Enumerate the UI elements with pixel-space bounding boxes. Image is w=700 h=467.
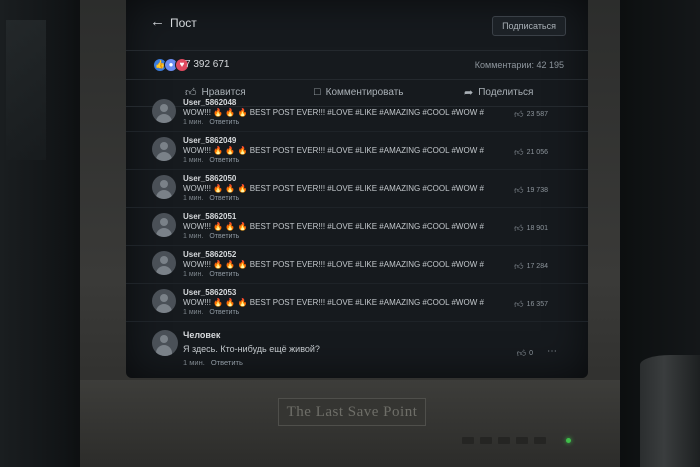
comment-meta: 1 мин. Ответить	[183, 195, 239, 202]
comment-like-count: 21 056	[526, 149, 548, 156]
comment-meta: 1 мин. Ответить	[183, 309, 239, 316]
comments-list: User_5862048 WOW!!! 🔥 🔥 🔥 BEST POST EVER…	[126, 94, 588, 374]
comment-like-button[interactable]: 👍︎ 23 587	[514, 109, 548, 120]
reply-button[interactable]: Ответить	[209, 195, 239, 202]
reply-button[interactable]: Ответить	[209, 157, 239, 164]
comment-author[interactable]: User_5862052	[183, 250, 236, 259]
comment-text: WOW!!! 🔥 🔥 🔥 BEST POST EVER!!! #LOVE #LI…	[183, 108, 484, 117]
reply-button[interactable]: Ответить	[209, 233, 239, 240]
comment-meta: 1 мин. Ответить	[183, 233, 239, 240]
comment-author[interactable]: User_5862051	[183, 212, 236, 221]
reply-button[interactable]: Ответить	[209, 309, 239, 316]
thumbs-up-icon: 👍︎	[514, 185, 524, 195]
comment-like-button[interactable]: 👍︎ 21 056	[514, 147, 548, 158]
reply-button[interactable]: Ответить	[211, 358, 243, 367]
reaction-icons: 👍 ● ♥	[153, 58, 189, 72]
likes-count[interactable]: 7 392 671	[185, 59, 230, 70]
subscribe-button[interactable]: Подписаться	[492, 16, 566, 36]
background-window	[6, 20, 46, 160]
avatar[interactable]	[152, 289, 176, 313]
comment-item: User_5862051 WOW!!! 🔥 🔥 🔥 BEST POST EVER…	[126, 208, 588, 246]
comment-text: WOW!!! 🔥 🔥 🔥 BEST POST EVER!!! #LOVE #LI…	[183, 184, 484, 193]
monitor-button[interactable]	[462, 437, 474, 444]
monitor-button[interactable]	[498, 437, 510, 444]
comment-author[interactable]: User_5862053	[183, 288, 236, 297]
screen: ← Пост Подписаться 👍 ● ♥ 7 392 671 Комме…	[126, 0, 588, 378]
comment-item: User_5862049 WOW!!! 🔥 🔥 🔥 BEST POST EVER…	[126, 132, 588, 170]
comment-item: User_5862048 WOW!!! 🔥 🔥 🔥 BEST POST EVER…	[126, 94, 588, 132]
comment-time: 1 мин.	[183, 358, 205, 367]
thumbs-up-icon: 👍︎	[514, 299, 524, 309]
comment-time: 1 мин.	[183, 271, 204, 278]
comment-meta: 1 мин. Ответить	[183, 119, 239, 126]
more-dots-icon[interactable]: ⋯	[547, 346, 558, 357]
comment-like-count: 16 357	[526, 301, 548, 308]
comments-count[interactable]: Комментарии: 42 195	[475, 60, 564, 70]
comment-like-button[interactable]: 👍︎ 17 284	[514, 261, 548, 272]
comment-author[interactable]: Человек	[183, 330, 220, 340]
comment-like-button[interactable]: 👍︎ 18 901	[514, 223, 548, 234]
comment-text: Я здесь. Кто-нибудь ещё живой?	[183, 344, 320, 354]
comment-time: 1 мин.	[183, 233, 204, 240]
comment-item: User_5862050 WOW!!! 🔥 🔥 🔥 BEST POST EVER…	[126, 170, 588, 208]
comment-like-count: 18 901	[526, 225, 548, 232]
thumbs-up-icon: 👍︎	[514, 109, 524, 119]
monitor-button[interactable]	[480, 437, 492, 444]
monitor-button[interactable]	[516, 437, 528, 444]
page-title: Пост	[170, 16, 197, 30]
comment-meta: 1 мин. Ответить	[183, 358, 243, 367]
comment-like-count: 17 284	[526, 263, 548, 270]
thumbs-up-icon: 👍︎	[514, 261, 524, 271]
comment-like-button[interactable]: 👍︎ 16 357	[514, 299, 548, 310]
post-header: ← Пост Подписаться	[126, 0, 588, 51]
comment-time: 1 мин.	[183, 195, 204, 202]
comment-text: WOW!!! 🔥 🔥 🔥 BEST POST EVER!!! #LOVE #LI…	[183, 146, 484, 155]
monitor-buttons	[462, 437, 546, 444]
thumbs-up-icon: 👍︎	[516, 348, 527, 358]
thumbs-up-icon: 👍︎	[514, 223, 524, 233]
avatar[interactable]	[152, 99, 176, 123]
comment-author[interactable]: User_5862048	[183, 98, 236, 107]
post-stats: 👍 ● ♥ 7 392 671 Комментарии: 42 195	[126, 51, 588, 79]
comment-time: 1 мин.	[183, 119, 204, 126]
monitor-brand-plate: The Last Save Point	[278, 398, 426, 426]
comment-like-button[interactable]: 👍︎ 19 738	[514, 185, 548, 196]
avatar[interactable]	[152, 137, 176, 161]
comment-author[interactable]: User_5862049	[183, 136, 236, 145]
power-led	[566, 438, 571, 443]
comment-like-count: 0	[529, 350, 533, 357]
comment-text: WOW!!! 🔥 🔥 🔥 BEST POST EVER!!! #LOVE #LI…	[183, 298, 484, 307]
comment-author[interactable]: User_5862050	[183, 174, 236, 183]
comment-text: WOW!!! 🔥 🔥 🔥 BEST POST EVER!!! #LOVE #LI…	[183, 222, 484, 231]
reply-button[interactable]: Ответить	[209, 119, 239, 126]
comment-text: WOW!!! 🔥 🔥 🔥 BEST POST EVER!!! #LOVE #LI…	[183, 260, 484, 269]
comment-time: 1 мин.	[183, 157, 204, 164]
comment-time: 1 мин.	[183, 309, 204, 316]
monitor-button[interactable]	[534, 437, 546, 444]
reply-button[interactable]: Ответить	[209, 271, 239, 278]
comment-like-count: 23 587	[526, 111, 548, 118]
mug	[640, 355, 700, 467]
comment-meta: 1 мин. Ответить	[183, 157, 239, 164]
avatar[interactable]	[152, 213, 176, 237]
comment-like-button[interactable]: 👍︎ 0	[517, 348, 533, 359]
avatar[interactable]	[152, 175, 176, 199]
comment-item-human: Человек Я здесь. Кто-нибудь ещё живой? 1…	[126, 322, 588, 374]
avatar[interactable]	[152, 251, 176, 275]
comment-like-count: 19 738	[526, 187, 548, 194]
background-room-left	[0, 0, 90, 467]
avatar[interactable]	[152, 330, 178, 356]
comment-meta: 1 мин. Ответить	[183, 271, 239, 278]
arrow-left-icon[interactable]: ←	[150, 14, 165, 29]
thumbs-up-icon: 👍︎	[514, 147, 524, 157]
comment-item: User_5862053 WOW!!! 🔥 🔥 🔥 BEST POST EVER…	[126, 284, 588, 322]
comment-item: User_5862052 WOW!!! 🔥 🔥 🔥 BEST POST EVER…	[126, 246, 588, 284]
